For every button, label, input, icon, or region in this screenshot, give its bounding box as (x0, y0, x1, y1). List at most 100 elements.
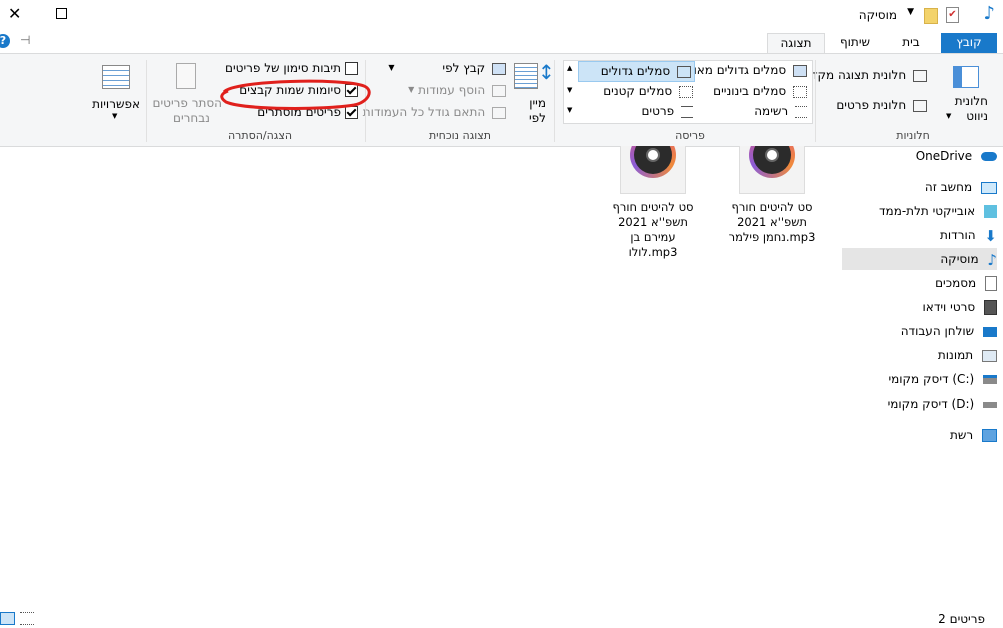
hide-selected-label: הסתר פריטים (152, 96, 222, 110)
download-icon: ⬇ (984, 226, 997, 245)
fit-columns-button[interactable]: התאם גודל כל העמודות (363, 105, 506, 119)
gallery-scroll-down-icon[interactable]: ▼ (567, 86, 572, 94)
nav-item-label: דיסק מקומי (D:) (887, 397, 975, 411)
nav-item-drive-d[interactable]: דיסק מקומי (D:) (847, 393, 997, 415)
options-icon (102, 65, 130, 89)
layout-small[interactable]: סמלים קטנים (603, 84, 693, 98)
layout-medium-label: סמלים בינוניים (713, 84, 787, 98)
mp3-file-icon (620, 146, 686, 194)
layout-details[interactable]: פרטים (641, 104, 693, 118)
group-by-button[interactable]: ▼ קבץ לפי (388, 61, 506, 75)
nav-item-this-pc[interactable]: מחשב זה (847, 176, 997, 198)
medium-icons-icon (793, 85, 807, 98)
chevron-down-icon: ▼ (946, 112, 952, 120)
nav-item-label: מוסיקה (940, 252, 979, 266)
status-bar (0, 608, 1003, 628)
nav-item-label: שולחן העבודה (900, 324, 975, 338)
layout-extra-large[interactable]: סמלים גדולים מאוד (687, 63, 807, 77)
details-view-toggle[interactable] (20, 612, 34, 625)
checkbox-items-checkbox[interactable] (345, 62, 358, 75)
nav-item-label: מסמכים (935, 276, 977, 290)
add-columns-button[interactable]: ▼ הוסף עמודות (408, 83, 506, 97)
tab-share[interactable]: שיתוף (827, 33, 883, 53)
nav-item-drive-c[interactable]: דיסק מקומי (C:) (847, 368, 997, 390)
folder-icon (924, 8, 938, 24)
file-name-line: סט להיטים חורף (612, 200, 694, 214)
details-pane-icon (913, 99, 927, 112)
panes-group-title: חלוניות (896, 129, 930, 142)
gallery-expand-icon[interactable]: ▼ (567, 106, 572, 114)
chevron-down-icon: ▼ (112, 112, 118, 120)
checkbox-items-option[interactable]: תיבות סימון של פריטים (225, 61, 358, 77)
layout-details-label: פרטים (641, 104, 675, 118)
nav-item-downloads[interactable]: הורדות ⬇ (847, 224, 997, 246)
options-button[interactable]: אפשרויות ▼ (90, 62, 140, 122)
drive-icon (983, 375, 997, 384)
network-icon (982, 429, 997, 442)
group-by-label: קבץ לפי (442, 61, 486, 75)
layout-group-title: פריסה (675, 129, 705, 142)
dropdown-arrow-icon: ▼ (388, 63, 395, 72)
computer-icon (981, 181, 997, 194)
desktop-icon (983, 326, 997, 337)
close-button[interactable]: ✕ (8, 4, 21, 23)
hide-selected-button[interactable]: הסתר פריטים נבחרים (152, 61, 224, 125)
nav-pane-button[interactable]: חלונית ניווט ▼ (944, 62, 990, 126)
mp3-file-icon (739, 146, 805, 194)
tab-file[interactable]: קובץ (941, 33, 997, 53)
cube-icon (984, 205, 997, 218)
file-name-line: סט להיטים חורף (731, 200, 813, 214)
sort-by-label-2: לפי (529, 111, 546, 125)
nav-item-label: רשת (950, 428, 974, 442)
gallery-scroll-up-icon[interactable]: ▲ (567, 64, 572, 72)
nav-pane-label-2: ניווט (966, 109, 988, 123)
file-item[interactable]: סט להיטים חורף תשפ''א 2021 עמירם בן לולו… (603, 146, 703, 264)
pin-ribbon-icon[interactable]: ⊣ (20, 33, 30, 47)
layout-list[interactable]: רשימה (754, 104, 807, 118)
nav-item-pictures[interactable]: תמונות (847, 344, 997, 366)
hide-selected-icon (176, 63, 196, 89)
nav-item-music[interactable]: מוסיקה ♪ (842, 248, 997, 270)
file-item[interactable]: סט להיטים חורף תשפ''א 2021 נחמן פילמר.mp… (722, 146, 822, 256)
add-columns-icon (492, 84, 506, 97)
details-pane-button[interactable]: חלונית פרטים (836, 98, 927, 114)
large-icons-view-toggle[interactable] (0, 612, 15, 625)
nav-item-videos[interactable]: סרטי וידאו (847, 296, 997, 318)
nav-item-desktop[interactable]: שולחן העבודה (847, 320, 997, 342)
nav-item-network[interactable]: רשת (847, 424, 997, 446)
large-icons-icon (677, 65, 691, 78)
layout-large[interactable]: סמלים גדולים (578, 61, 695, 82)
pictures-icon (982, 349, 997, 362)
nav-item-label: סרטי וידאו (922, 300, 976, 314)
layout-medium[interactable]: סמלים בינוניים (713, 84, 807, 98)
item-count: 2 פריטים (938, 612, 985, 626)
nav-pane-icon (953, 66, 979, 88)
file-name-line: תשפ''א 2021 (618, 215, 688, 229)
sort-by-button[interactable]: ↕ מיין לפי (512, 60, 555, 126)
properties-icon[interactable]: ✔ (946, 7, 959, 23)
document-icon (985, 276, 997, 291)
fit-columns-label: התאם גודל כל העמודות (362, 105, 486, 119)
fit-columns-icon (492, 106, 506, 119)
maximize-button[interactable] (56, 8, 67, 19)
qat-dropdown-icon[interactable]: ▼ (907, 7, 914, 17)
nav-item-documents[interactable]: מסמכים (847, 272, 997, 294)
file-name-line: תשפ''א 2021 (737, 215, 807, 229)
small-icons-icon (679, 85, 693, 98)
details-pane-label: חלונית פרטים (836, 98, 907, 112)
add-columns-label: הוסף עמודות (418, 83, 486, 97)
drive-icon (983, 401, 997, 408)
sort-icon (514, 63, 538, 89)
sort-arrow-icon: ↕ (538, 60, 555, 84)
tab-view[interactable]: תצוגה (767, 33, 825, 54)
nav-item-onedrive[interactable]: OneDrive (847, 145, 997, 167)
nav-item-label: הורדות (940, 228, 976, 242)
nav-item-3d-objects[interactable]: אובייקטי תלת-ממד (847, 200, 997, 222)
layout-list-label: רשימה (754, 104, 789, 118)
tab-home[interactable]: בית (883, 33, 939, 53)
nav-item-label: אובייקטי תלת-ממד (879, 204, 976, 218)
window-title: מוסיקה (858, 8, 897, 22)
show-hide-group-title: הצגה/הסתרה (227, 129, 293, 142)
list-icon (795, 105, 807, 118)
title-bar: ✕ מוסיקה ✔ ▼ ♪ (0, 0, 1003, 30)
